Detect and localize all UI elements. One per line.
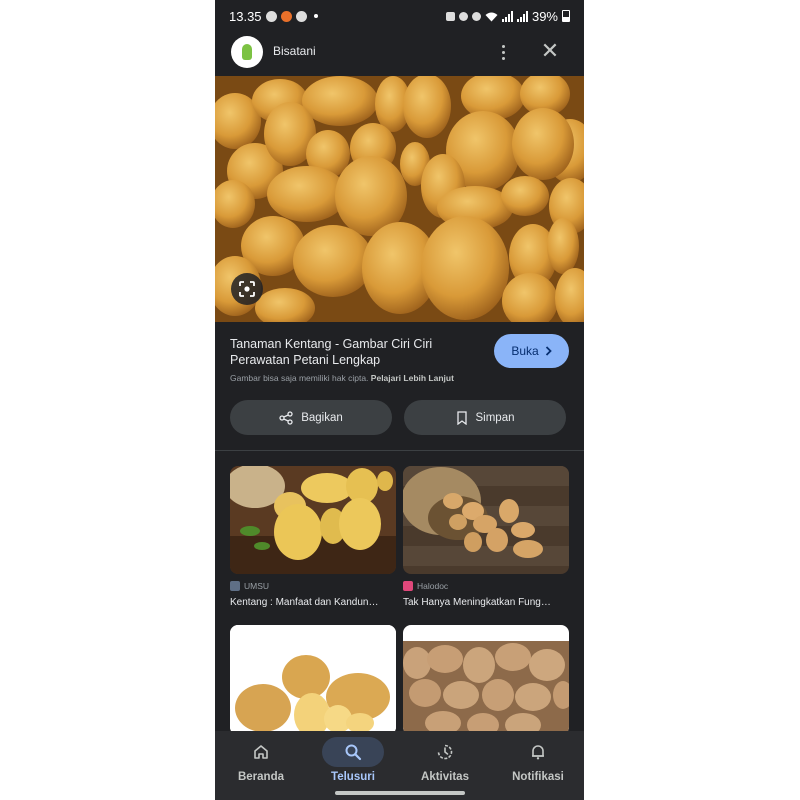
copyright-notice: Gambar bisa saja memiliki hak cipta. Pel… bbox=[230, 373, 454, 383]
more-notifications-icon bbox=[313, 14, 318, 18]
nav-activity-label: Aktivitas bbox=[421, 771, 469, 783]
nav-notifications[interactable]: Notifikasi bbox=[492, 731, 584, 800]
more-options-icon[interactable] bbox=[497, 42, 509, 62]
history-icon bbox=[414, 737, 476, 767]
copyright-text: Gambar bisa saja memiliki hak cipta. bbox=[230, 373, 369, 383]
open-button[interactable]: Buka bbox=[494, 334, 569, 368]
status-bar: 13.35 39% bbox=[215, 0, 584, 32]
related-image-2[interactable] bbox=[403, 466, 569, 574]
related-source-1-label: UMSU bbox=[244, 581, 270, 591]
related-image-3[interactable] bbox=[230, 625, 396, 735]
nav-activity[interactable]: Aktivitas bbox=[399, 731, 491, 800]
related-image-1[interactable] bbox=[230, 466, 396, 574]
leaf-icon bbox=[242, 44, 252, 60]
related-source-2: Halodoc bbox=[403, 581, 448, 591]
signal-2-icon bbox=[516, 10, 528, 22]
site-name[interactable]: Bisatani bbox=[273, 44, 316, 58]
battery-icon bbox=[562, 10, 570, 22]
app-notification-icon bbox=[280, 10, 292, 22]
related-image-4[interactable] bbox=[403, 625, 569, 735]
source-header: Bisatani ✕ bbox=[215, 32, 584, 74]
share-label: Bagikan bbox=[301, 411, 343, 424]
alarm-icon bbox=[458, 11, 468, 21]
share-button[interactable]: Bagikan bbox=[230, 400, 392, 435]
bell-icon bbox=[507, 737, 569, 767]
gesture-bar[interactable] bbox=[335, 791, 465, 795]
divider bbox=[215, 450, 584, 451]
related-source-1: UMSU bbox=[230, 581, 269, 591]
bookmark-icon bbox=[456, 410, 467, 425]
save-button[interactable]: Simpan bbox=[404, 400, 566, 435]
site-logo[interactable] bbox=[231, 36, 263, 68]
mute-icon bbox=[471, 11, 481, 21]
app-screen: 13.35 39% Bisatani ✕ Tanaman Kentang - G… bbox=[215, 0, 584, 800]
share-icon bbox=[279, 410, 293, 425]
nav-notifications-label: Notifikasi bbox=[512, 771, 564, 783]
halodoc-icon bbox=[403, 581, 413, 591]
umsu-icon bbox=[230, 581, 240, 591]
potatoes-image bbox=[215, 76, 584, 322]
main-image[interactable] bbox=[215, 76, 584, 322]
related-source-2-label: Halodoc bbox=[417, 581, 449, 591]
search-icon bbox=[322, 737, 384, 767]
close-icon[interactable]: ✕ bbox=[539, 40, 561, 62]
nav-search-label: Telusuri bbox=[331, 771, 375, 783]
nav-home[interactable]: Beranda bbox=[215, 731, 307, 800]
home-icon bbox=[230, 737, 292, 767]
status-time: 13.35 bbox=[229, 8, 262, 24]
open-button-label: Buka bbox=[511, 344, 539, 358]
related-caption-1[interactable]: Kentang : Manfaat dan Kandun… bbox=[230, 597, 392, 608]
learn-more-link[interactable]: Pelajari Lebih Lanjut bbox=[371, 373, 454, 383]
lock-icon bbox=[445, 11, 455, 21]
wifi-icon bbox=[485, 12, 498, 21]
nav-search[interactable]: Telusuri bbox=[307, 731, 399, 800]
result-title[interactable]: Tanaman Kentang - Gambar Ciri Ciri Peraw… bbox=[230, 336, 475, 368]
nav-home-label: Beranda bbox=[237, 771, 285, 783]
bottom-navigation: Beranda Telusuri Aktivitas Notifikasi bbox=[215, 731, 584, 800]
chevron-right-icon bbox=[545, 346, 552, 356]
whatsapp-icon bbox=[265, 10, 277, 22]
save-label: Simpan bbox=[475, 411, 515, 424]
lens-icon[interactable] bbox=[231, 273, 263, 305]
related-caption-2[interactable]: Tak Hanya Meningkatkan Fung… bbox=[403, 597, 565, 608]
message-icon bbox=[295, 10, 307, 22]
signal-icon bbox=[501, 10, 513, 22]
battery-percent: 39% bbox=[531, 8, 558, 24]
